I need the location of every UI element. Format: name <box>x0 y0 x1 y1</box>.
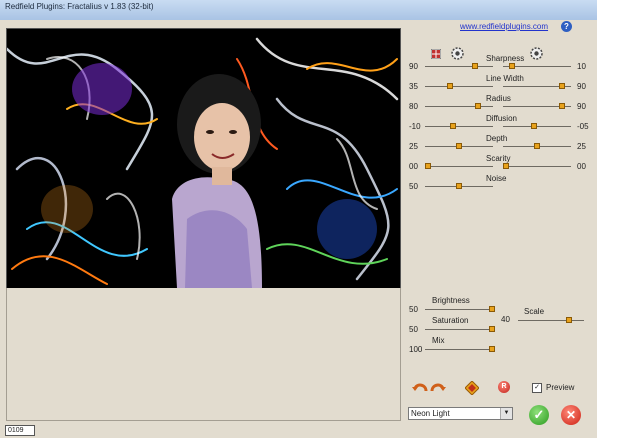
slider-right-value: 25 <box>577 142 586 151</box>
cancel-button[interactable]: ✕ <box>561 405 581 425</box>
slider-right-value: 10 <box>577 62 586 71</box>
reset-icon[interactable]: R <box>498 381 510 393</box>
chevron-down-icon[interactable]: ▼ <box>500 408 512 419</box>
slider-knob-right[interactable] <box>559 83 565 89</box>
slider-knob[interactable] <box>489 306 495 312</box>
gear-icon[interactable] <box>451 47 464 62</box>
slider-knob-left[interactable] <box>456 183 462 189</box>
scale-knob[interactable] <box>566 317 572 323</box>
slider-knob-left[interactable] <box>475 103 481 109</box>
slider-label: Scarity <box>486 154 511 163</box>
slider-label: Saturation <box>432 316 469 325</box>
slider-knob[interactable] <box>489 326 495 332</box>
slider-track-right[interactable] <box>503 166 571 167</box>
slider-label: Depth <box>486 134 508 143</box>
slider-value: 50 <box>409 325 418 334</box>
slider-label: Sharpness <box>486 54 525 63</box>
preset-dropdown[interactable]: Neon Light ▼ <box>408 407 513 420</box>
slider-knob-left[interactable] <box>456 143 462 149</box>
preset-selected-value: Neon Light <box>411 409 450 418</box>
slider-label: Noise <box>486 174 507 183</box>
slider-knob[interactable] <box>489 346 495 352</box>
slider-label: Radius <box>486 94 511 103</box>
slider-track-left[interactable] <box>425 106 493 107</box>
slider-right-value: 90 <box>577 102 586 111</box>
slider-track-right[interactable] <box>503 126 571 127</box>
slider-value: 50 <box>409 305 418 314</box>
slider-track[interactable] <box>425 349 495 350</box>
slider-label: Diffusion <box>486 114 517 123</box>
slider-track-left[interactable] <box>425 166 493 167</box>
slider-right-value: 00 <box>577 162 586 171</box>
slider-knob-right[interactable] <box>509 63 515 69</box>
preview-empty-area <box>6 288 401 421</box>
scale-value: 40 <box>501 315 510 324</box>
window-title: Redfield Plugins: Fractalius v 1.83 (32-… <box>5 2 154 11</box>
diamond-icon[interactable] <box>464 380 480 397</box>
slider-track-left[interactable] <box>425 126 493 127</box>
undo-arrow-icon[interactable] <box>412 381 428 394</box>
slider-left-value: 80 <box>409 102 418 111</box>
preview-image[interactable] <box>6 28 401 289</box>
slider-left-value: 35 <box>409 82 418 91</box>
slider-knob-left[interactable] <box>447 83 453 89</box>
scale-label: Scale <box>524 307 545 316</box>
redo-arrow-icon[interactable] <box>430 381 446 394</box>
slider-knob-right[interactable] <box>531 123 537 129</box>
slider-right-value: -05 <box>577 122 589 131</box>
slider-knob-left[interactable] <box>472 63 478 69</box>
slider-track-left[interactable] <box>425 86 493 87</box>
slider-left-value: -10 <box>409 122 421 131</box>
grid-icon[interactable] <box>430 48 442 61</box>
preview-checkbox[interactable]: ✓ <box>532 383 542 393</box>
slider-knob-right[interactable] <box>559 103 565 109</box>
slider-left-value: 25 <box>409 142 418 151</box>
slider-track-left[interactable] <box>425 66 493 67</box>
website-link[interactable]: www.redfieldplugins.com <box>460 22 548 31</box>
slider-label: Mix <box>432 336 445 345</box>
title-bar: Redfield Plugins: Fractalius v 1.83 (32-… <box>0 0 597 20</box>
slider-left-value: 50 <box>409 182 418 191</box>
slider-label: Brightness <box>432 296 470 305</box>
slider-left-value: 90 <box>409 62 418 71</box>
status-field: 0109 <box>5 425 35 436</box>
slider-knob-left[interactable] <box>425 163 431 169</box>
slider-knob-left[interactable] <box>450 123 456 129</box>
slider-right-value: 90 <box>577 82 586 91</box>
slider-track[interactable] <box>425 309 495 310</box>
preview-artwork <box>7 29 400 288</box>
fractalius-window: Redfield Plugins: Fractalius v 1.83 (32-… <box>0 0 597 438</box>
help-icon[interactable]: ? <box>561 21 572 32</box>
slider-track[interactable] <box>425 329 495 330</box>
scale-track[interactable] <box>518 320 584 321</box>
slider-knob-right[interactable] <box>503 163 509 169</box>
ok-button[interactable]: ✓ <box>529 405 549 425</box>
gear-icon-right[interactable] <box>530 47 543 62</box>
slider-left-value: 00 <box>409 162 418 171</box>
preview-label: Preview <box>546 383 575 392</box>
slider-label: Line Width <box>486 74 524 83</box>
slider-value: 100 <box>409 345 423 354</box>
slider-knob-right[interactable] <box>534 143 540 149</box>
